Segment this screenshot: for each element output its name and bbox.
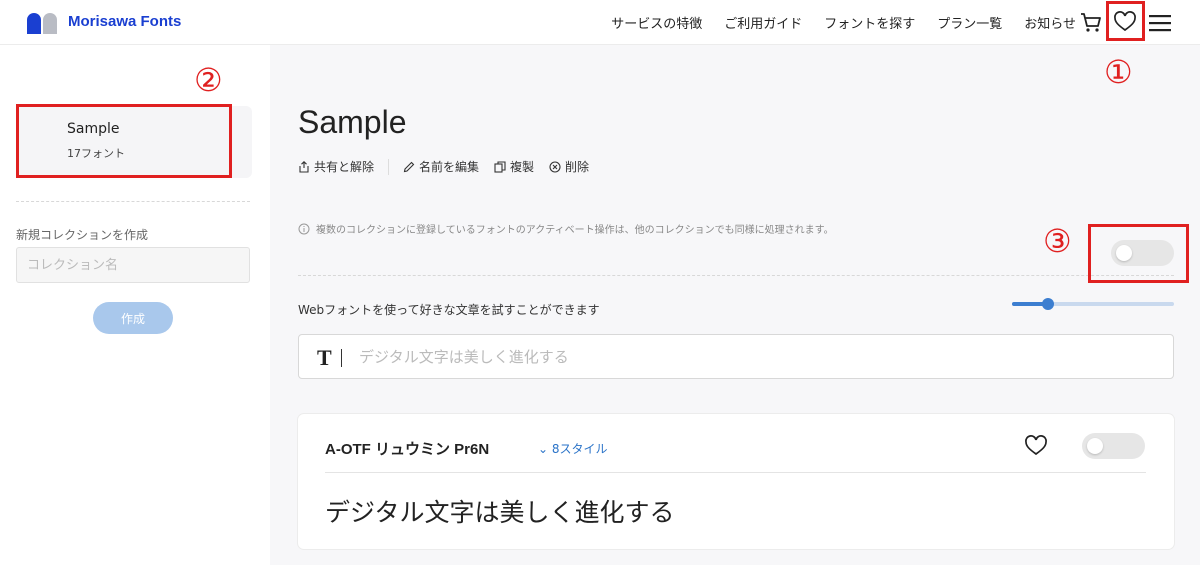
- main-content: Sample 共有と解除 名前を編集 複製 削除 複数のコレクションに登録してい…: [270, 45, 1200, 565]
- annotation-box-1: [1106, 1, 1145, 41]
- rename-button[interactable]: 名前を編集: [403, 158, 479, 175]
- collection-actions: 共有と解除 名前を編集 複製 削除: [298, 158, 589, 175]
- duplicate-button[interactable]: 複製: [494, 158, 534, 175]
- delete-button[interactable]: 削除: [549, 158, 589, 175]
- webfont-label: Webフォントを使って好きな文章を試すことができます: [298, 303, 600, 317]
- sidebar-divider: [16, 201, 250, 202]
- text-cursor: [341, 349, 342, 367]
- info-icon: [298, 223, 310, 234]
- menu-icon[interactable]: [1148, 12, 1172, 34]
- rename-label: 名前を編集: [419, 160, 480, 174]
- pencil-icon: [403, 161, 415, 172]
- card-divider: [325, 472, 1146, 473]
- cart-icon[interactable]: [1079, 11, 1103, 33]
- annotation-number-2: ②: [194, 61, 223, 99]
- delete-label: 削除: [565, 160, 590, 174]
- logo-icon[interactable]: [27, 12, 57, 34]
- info-text: 複数のコレクションに登録しているフォントのアクティベート操作は、他のコレクション…: [316, 225, 834, 236]
- logo-text[interactable]: Morisawa Fonts: [68, 13, 181, 30]
- main-divider: [298, 275, 1174, 276]
- copy-icon: [494, 160, 506, 173]
- collection-name-input[interactable]: [16, 247, 250, 283]
- toggle-knob: [1087, 438, 1103, 454]
- text-icon: T: [317, 345, 332, 370]
- annotation-box-2: [16, 104, 232, 178]
- share-icon: [299, 160, 309, 173]
- font-sample-text: デジタル文字は美しく進化する: [325, 498, 675, 527]
- styles-label: 8スタイル: [551, 442, 608, 456]
- nav-features[interactable]: サービスの特徴: [611, 13, 702, 32]
- header: Morisawa Fonts サービスの特徴 ご利用ガイド フォントを探す プラ…: [0, 0, 1200, 45]
- page-title: Sample: [298, 104, 407, 140]
- nav-plans[interactable]: プラン一覧: [937, 13, 1002, 32]
- styles-dropdown[interactable]: ⌄ 8スタイル: [538, 440, 608, 457]
- duplicate-label: 複製: [510, 160, 535, 174]
- preview-text-field[interactable]: T: [298, 334, 1174, 379]
- close-circle-icon: [549, 160, 561, 173]
- share-label: 共有と解除: [314, 160, 375, 174]
- info-notice: 複数のコレクションに登録しているフォントのアクティベート操作は、他のコレクション…: [298, 221, 834, 236]
- main-nav: サービスの特徴 ご利用ガイド フォントを探す プラン一覧 お知らせ: [611, 13, 1076, 32]
- new-collection-label: 新規コレクションを作成: [16, 228, 149, 242]
- annotation-number-1: ①: [1104, 53, 1133, 91]
- slider-thumb[interactable]: [1041, 298, 1054, 310]
- annotation-box-3: [1088, 224, 1189, 283]
- create-button[interactable]: 作成: [93, 302, 173, 334]
- nav-guide[interactable]: ご利用ガイド: [724, 13, 802, 32]
- heart-icon[interactable]: [1024, 435, 1048, 457]
- font-name: A-OTF リュウミン Pr6N: [325, 441, 490, 458]
- font-activate-toggle[interactable]: [1082, 433, 1145, 459]
- font-card: A-OTF リュウミン Pr6N ⌄ 8スタイル デジタル文字は美しく進化する: [298, 414, 1174, 549]
- actions-separator: [388, 158, 390, 175]
- nav-find-fonts[interactable]: フォントを探す: [824, 13, 915, 32]
- preview-text-input[interactable]: [359, 343, 1159, 371]
- font-size-slider[interactable]: [1012, 298, 1174, 310]
- annotation-number-3: ③: [1043, 222, 1072, 260]
- share-button[interactable]: 共有と解除: [298, 158, 374, 175]
- chevron-down-icon: ⌄: [538, 442, 552, 456]
- nav-news[interactable]: お知らせ: [1024, 13, 1076, 32]
